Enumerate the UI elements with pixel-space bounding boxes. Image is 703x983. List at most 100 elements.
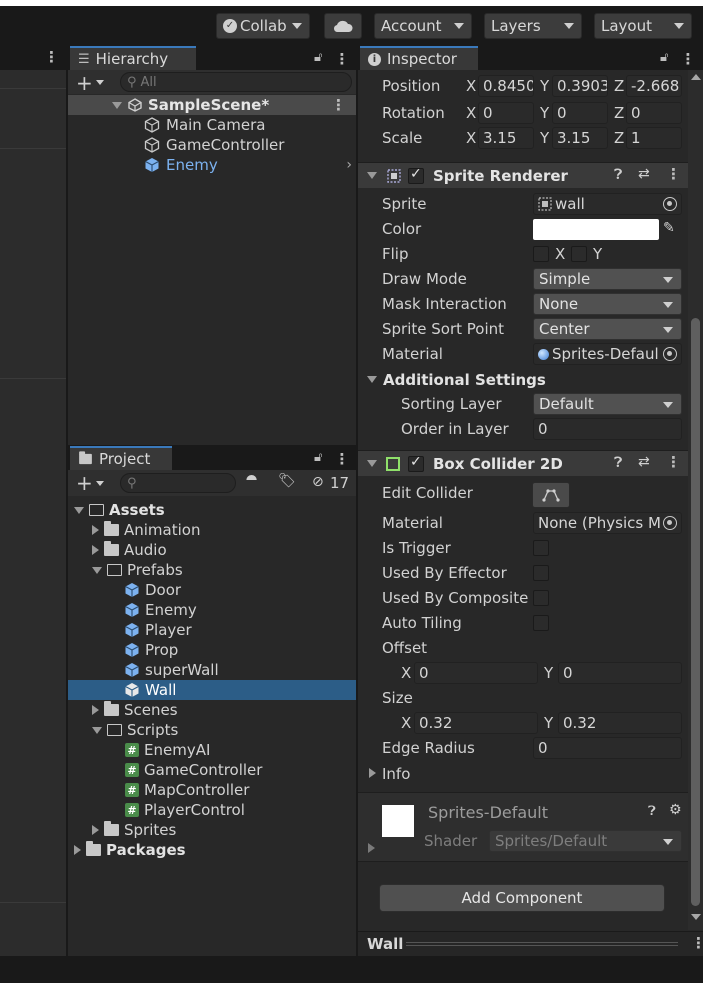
more-options-icon[interactable]: ⋮ [680,50,695,68]
preset-icon[interactable]: ⇄ [638,454,650,470]
gear-icon[interactable]: ⚙ [669,802,682,818]
tree-item-sprites[interactable]: Sprites [92,820,176,840]
is-trigger-checkbox[interactable] [533,540,549,556]
position-z-input[interactable]: -2.668 [626,75,682,97]
flip-y-checkbox[interactable] [571,246,587,262]
tree-item-prefab[interactable]: Prop [124,640,178,660]
object-picker-icon[interactable] [663,347,677,361]
scroll-down-icon[interactable] [691,914,701,920]
tab-project[interactable]: Project [70,446,172,470]
tree-item-scenes[interactable]: Scenes [92,700,178,720]
scene-row[interactable]: SampleScene* ⋮ [68,95,356,115]
mask-interaction-dropdown[interactable]: None [533,293,682,315]
position-x-input[interactable]: 0.8450 [478,75,534,97]
more-options-icon[interactable]: ⋮ [334,450,349,468]
collapse-arrow-icon[interactable] [367,460,377,467]
shader-dropdown[interactable]: Sprites/Default [489,830,682,852]
chevron-down-icon[interactable] [96,80,104,85]
help-icon[interactable]: ❓︎ [614,167,622,183]
chevron-down-icon[interactable] [96,481,104,486]
more-options-icon[interactable]: ⋮ [44,48,59,66]
rotation-y-input[interactable]: 0 [552,102,608,124]
tree-item-script[interactable]: # PlayerControl [125,800,245,820]
info-foldout-label[interactable]: Info [382,765,410,783]
hidden-packages-icon[interactable]: ⊘ [312,474,324,490]
filter-by-label-icon[interactable]: 🏷︎ [278,473,296,489]
expand-arrow-icon[interactable] [112,101,122,109]
hierarchy-item-enemy[interactable]: Enemy › [144,155,356,175]
add-icon[interactable]: + [76,71,93,95]
offset-x-input[interactable]: 0 [414,662,538,684]
chevron-right-icon[interactable]: › [346,157,352,173]
more-options-icon[interactable]: ⋮ [666,453,681,471]
object-picker-icon[interactable] [663,516,677,530]
layers-dropdown[interactable]: Layers [484,13,582,39]
offset-y-input[interactable]: 0 [558,662,682,684]
tree-item-packages[interactable]: Packages [74,840,186,860]
sprite-renderer-enabled-checkbox[interactable] [408,166,424,184]
material-object-field[interactable]: Sprites-Defaul [533,343,682,365]
preset-icon[interactable]: ⇄ [638,166,650,182]
help-icon[interactable]: ❓︎ [648,804,656,819]
collapse-arrow-icon[interactable] [367,376,377,383]
rotation-x-input[interactable]: 0 [478,102,534,124]
additional-settings-label[interactable]: Additional Settings [383,371,546,389]
box-collider-enabled-checkbox[interactable] [408,454,424,472]
expand-arrow-icon[interactable] [369,768,376,778]
scale-z-input[interactable]: 1 [626,127,682,149]
expand-arrow-icon[interactable] [368,843,375,853]
tree-item-scripts[interactable]: Scripts [92,720,178,740]
flip-x-checkbox[interactable] [533,246,549,262]
sprite-sort-point-dropdown[interactable]: Center [533,318,682,340]
used-by-effector-checkbox[interactable] [533,565,549,581]
tree-item-prefab[interactable]: Enemy [124,600,197,620]
expand-arrow-icon[interactable] [92,705,99,715]
add-component-button[interactable]: Add Component [379,884,665,912]
sorting-layer-dropdown[interactable]: Default [533,393,682,415]
used-by-composite-checkbox[interactable] [533,590,549,606]
collab-button[interactable]: ✓ Collab [216,13,310,39]
add-icon[interactable]: + [76,471,93,495]
expand-arrow-icon[interactable] [92,825,99,835]
edit-collider-button[interactable] [532,482,570,508]
tab-hierarchy[interactable]: ☰ Hierarchy [70,46,196,70]
lock-icon[interactable]: 🔓︎ [314,450,322,468]
tab-inspector[interactable]: i Inspector [360,46,478,70]
object-picker-icon[interactable] [663,197,677,211]
draw-mode-dropdown[interactable]: Simple [533,268,682,290]
tree-item-assets[interactable]: Assets [74,500,165,520]
physics-material-field[interactable]: None (Physics M [533,512,682,534]
expand-arrow-icon[interactable] [92,726,102,734]
tree-item-prefab[interactable]: superWall [124,660,219,680]
scale-y-input[interactable]: 3.15 [552,127,608,149]
color-swatch[interactable] [533,219,659,240]
expand-arrow-icon[interactable] [74,506,84,514]
hierarchy-item-gamecontroller[interactable]: GameController [144,135,284,155]
filter-by-type-icon[interactable]: ⯊ [246,473,257,489]
lock-icon[interactable]: 🔓︎ [660,50,668,68]
more-options-icon[interactable]: ⋮ [691,934,703,952]
tree-item-audio[interactable]: Audio [92,540,167,560]
expand-arrow-icon[interactable] [74,845,81,855]
more-options-icon[interactable]: ⋮ [331,96,346,114]
scale-x-input[interactable]: 3.15 [478,127,534,149]
tree-item-script[interactable]: # GameController [125,760,262,780]
expand-arrow-icon[interactable] [92,566,102,574]
project-search-input[interactable]: ⚲ [120,473,236,493]
tree-item-prefab-selected[interactable]: Wall [68,680,356,700]
preview-drag-handle[interactable] [406,942,678,946]
position-y-input[interactable]: 0.3903 [552,75,608,97]
tree-item-script[interactable]: # EnemyAI [125,740,210,760]
scroll-up-icon[interactable] [691,74,701,80]
lock-icon[interactable]: 🔓︎ [314,50,322,68]
cloud-button[interactable] [324,13,362,39]
sprite-renderer-header[interactable]: Sprite Renderer ❓︎ ⇄ ⋮ [358,162,688,188]
tree-item-prefab[interactable]: Player [124,620,192,640]
layout-dropdown[interactable]: Layout [594,13,692,39]
collapse-arrow-icon[interactable] [367,172,377,179]
more-options-icon[interactable]: ⋮ [666,165,681,183]
tree-item-animation[interactable]: Animation [92,520,200,540]
expand-arrow-icon[interactable] [92,545,99,555]
size-y-input[interactable]: 0.32 [558,712,682,734]
more-options-icon[interactable]: ⋮ [334,50,349,68]
